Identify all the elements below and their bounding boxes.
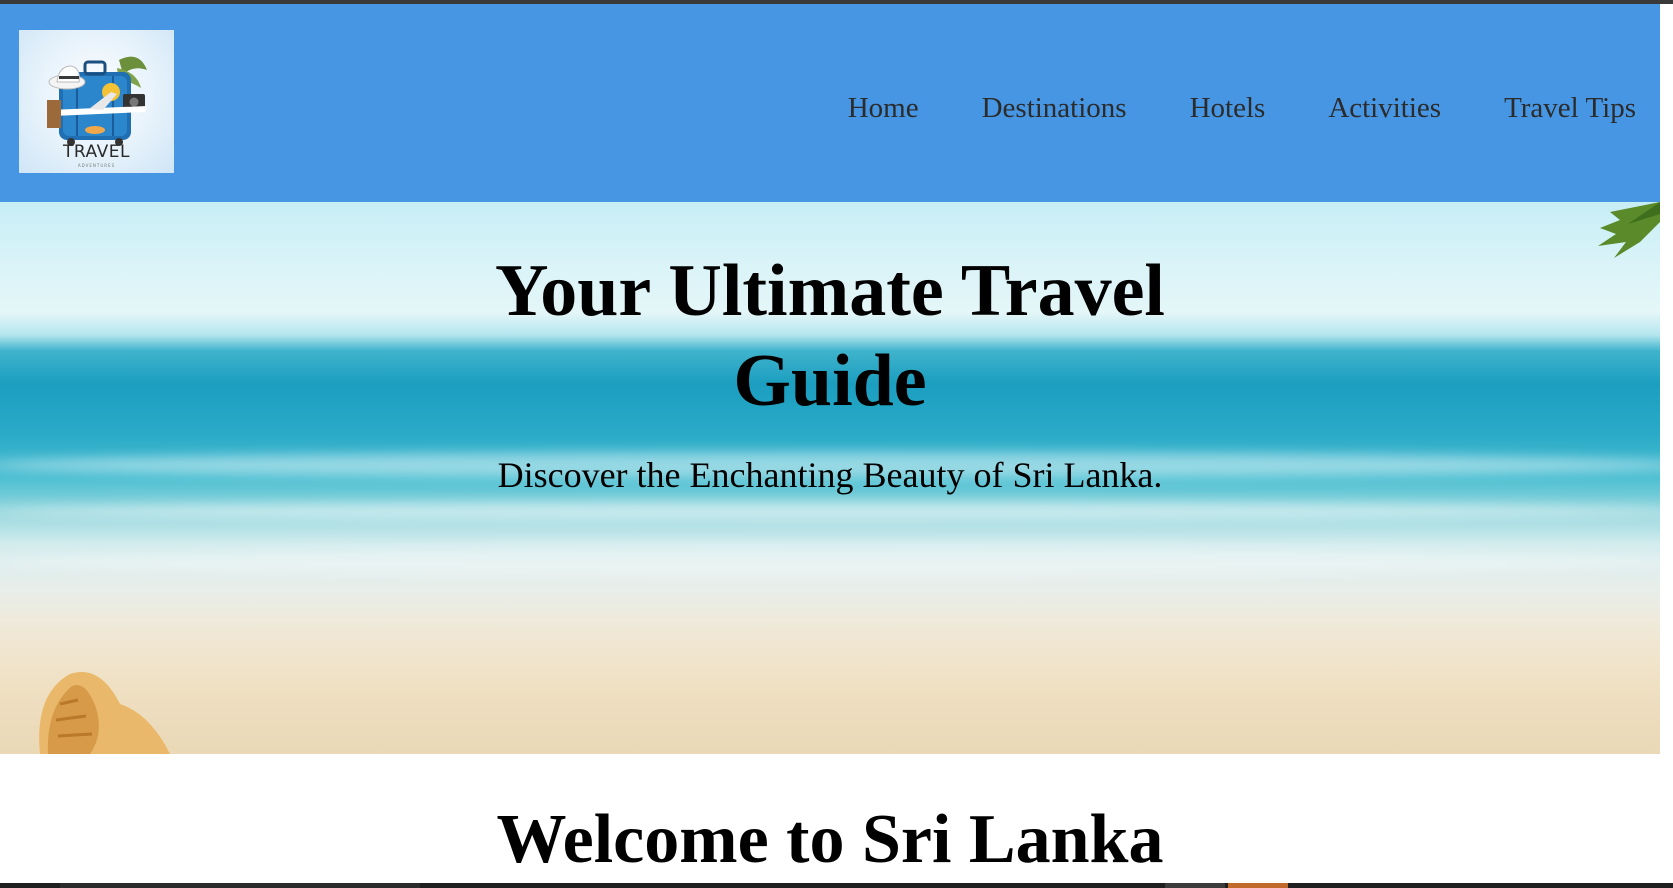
nav-hotels[interactable]: Hotels: [1190, 91, 1266, 125]
logo-text: TRAVEL: [63, 142, 130, 162]
nav-travel-tips[interactable]: Travel Tips: [1504, 91, 1636, 125]
seashell-icon: [39, 672, 171, 754]
nav-destinations[interactable]: Destinations: [982, 91, 1127, 125]
nav-activities[interactable]: Activities: [1328, 91, 1441, 125]
taskbar-item[interactable]: [1165, 883, 1225, 888]
wave-foam: [0, 502, 1660, 520]
hero-title: Your Ultimate Travel Guide: [0, 246, 1660, 426]
hero-subtitle: Discover the Enchanting Beauty of Sri La…: [497, 455, 1163, 495]
hero-banner: Your Ultimate Travel Guide Discover the …: [0, 202, 1660, 754]
main-nav: Home Destinations Hotels Activities Trav…: [848, 91, 1636, 125]
taskbar-item[interactable]: [1228, 883, 1288, 888]
site-logo[interactable]: TRAVEL ADVENTURES: [19, 30, 174, 173]
hero-title-line: Your Ultimate Travel: [494, 250, 1165, 332]
wave-foam: [0, 547, 1660, 577]
taskbar-item[interactable]: [60, 883, 420, 888]
logo-subtext: ADVENTURES: [77, 163, 116, 168]
site-header: TRAVEL ADVENTURES Home Destinations Hote…: [0, 4, 1660, 202]
welcome-heading: Welcome to Sri Lanka: [496, 801, 1164, 878]
page-right-edge: [1660, 4, 1673, 204]
hero-title-line: Guide: [733, 340, 927, 422]
taskbar: [0, 883, 1673, 888]
nav-home[interactable]: Home: [848, 91, 919, 125]
